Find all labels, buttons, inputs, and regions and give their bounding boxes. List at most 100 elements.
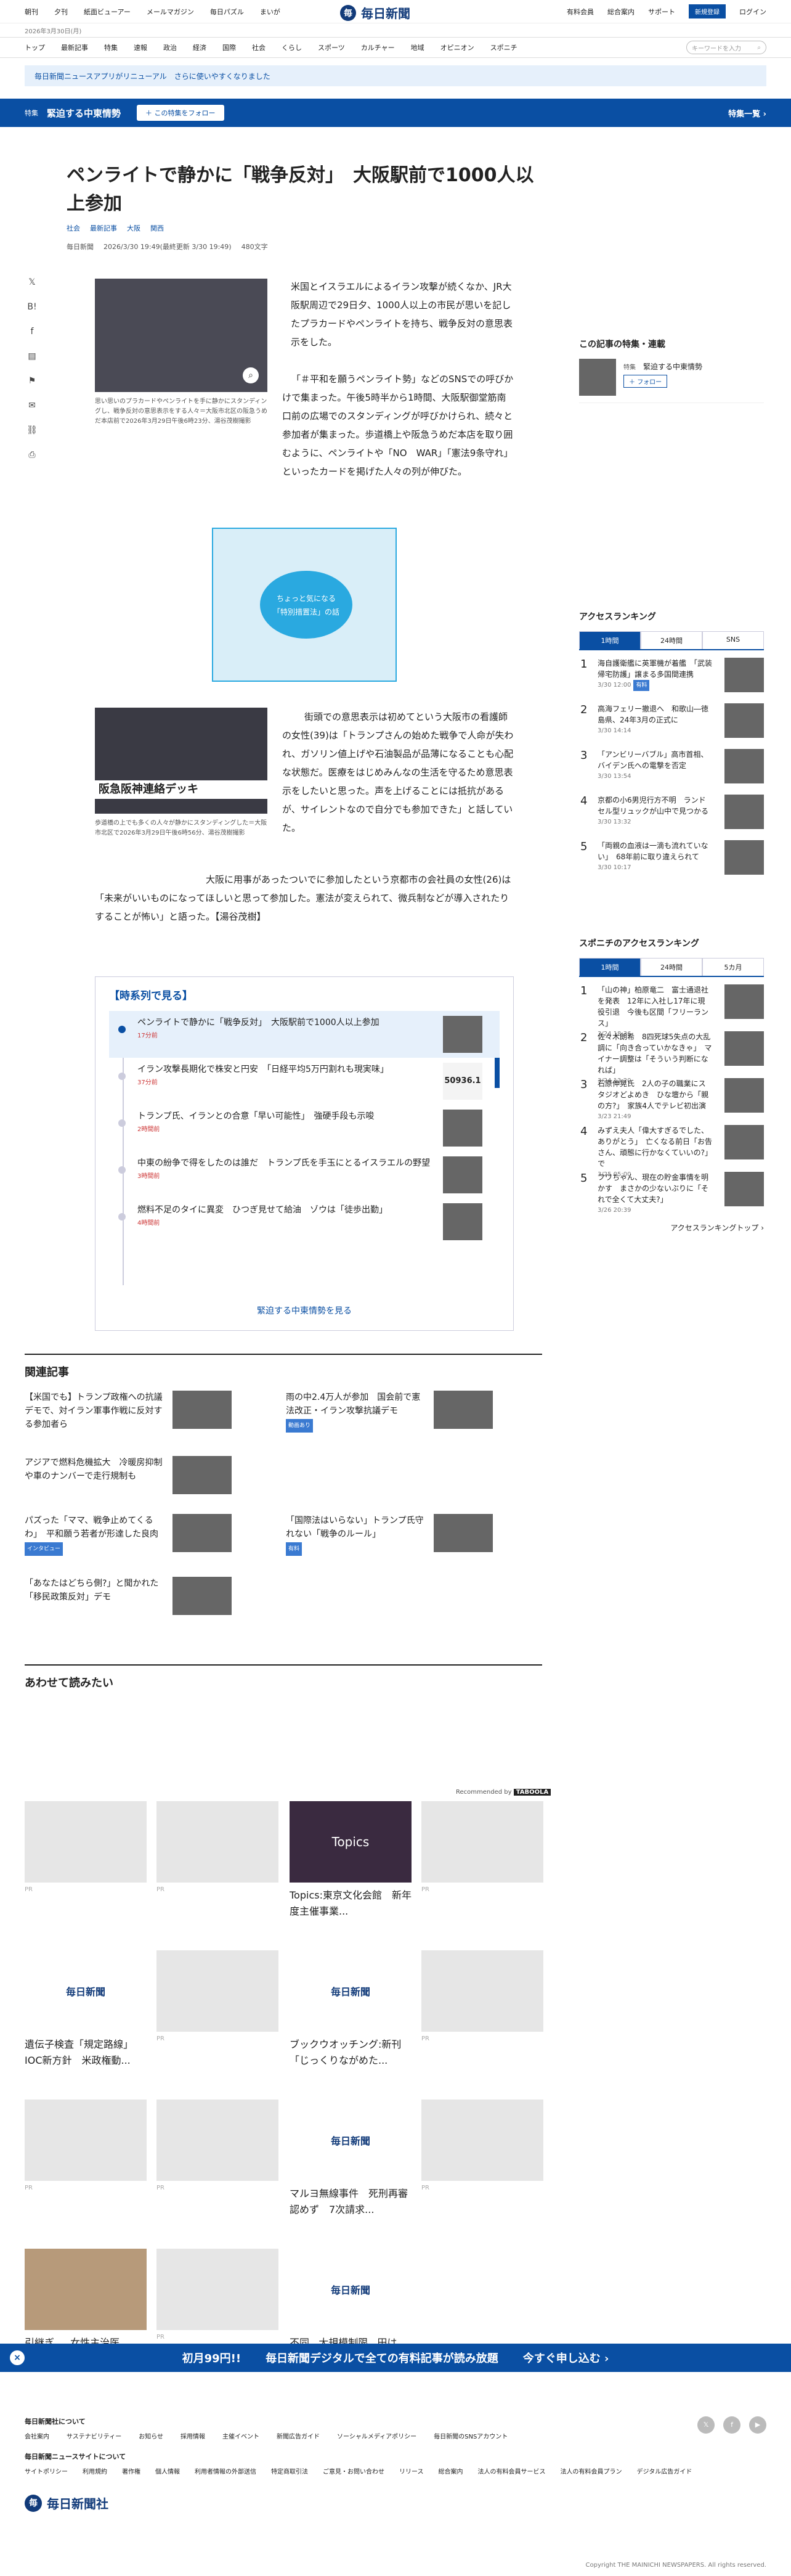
footer-link[interactable]: 毎日新聞のSNSアカウント (434, 2431, 508, 2440)
site-logo[interactable]: 毎 毎日新聞 (340, 4, 410, 22)
feature-follow-button[interactable]: ＋ この特集をフォロー (137, 105, 224, 121)
ranking-tab[interactable]: 1時間 (579, 631, 641, 649)
ranking-tab[interactable]: 1時間 (579, 958, 641, 976)
util-link[interactable]: メールマガジン (147, 7, 194, 17)
related-item[interactable]: 「あなたはどちら側?」と聞かれた「移民政策反対」デモ (25, 1577, 271, 1632)
footer-link[interactable]: 特定商取引法 (271, 2466, 308, 2476)
ranking-item[interactable]: 4 みずえ夫人「偉大すぎるでした、ありがとう」 亡くなる前日「お告さん、頑態に行か… (579, 1118, 764, 1178)
ranking-item[interactable]: 2 高海フェリー撤退へ 和歌山―徳島県、24年3月の正式に 3/30 14:14 (579, 696, 764, 742)
footer-link[interactable]: サイトポリシー (25, 2466, 68, 2476)
related-item[interactable]: 「国際法はいらない」トランプ氏守れない「戦争のルール」 有料 (286, 1514, 532, 1569)
search-icon[interactable]: ⌕ (757, 44, 761, 51)
recommend-card[interactable]: 毎日新聞 遺伝子検査「規定路線」IOC新方針 米政権動... (25, 1950, 147, 2069)
footer-link[interactable]: 法人の有料会員サービス (478, 2466, 546, 2476)
timeline-item[interactable]: 燃料不足のタイに異変 ひつぎ見せて給油 ゾウは「徒歩出勤」 4時間前 (109, 1198, 500, 1245)
feature-title[interactable]: 緊迫する中東情勢 (47, 107, 121, 120)
ranking-item[interactable]: 1 海自護衛艦に英軍機が着艦 「武装帰宅防護」譲まる多国間連携 3/30 12:00… (579, 650, 764, 696)
footer-logo[interactable]: 毎 毎日新聞社 (0, 2480, 791, 2512)
recommend-card[interactable]: PR (421, 1950, 543, 2042)
related-item[interactable]: パズった「ママ、戦争止めてくるわ」 平和願う若者が形達した良肉 インタビュー (25, 1514, 271, 1569)
app-notice-banner[interactable]: 毎日新聞ニュースアプリがリニューアル さらに使いやすくなりました (25, 65, 766, 86)
ranking-item[interactable]: 3 石原伸晃氏 2人の子の職業にスタジオどよめき ひな壇から「親の方?」 家族4人… (579, 1071, 764, 1120)
util-link[interactable]: 総合案内 (607, 7, 635, 17)
subscribe-cta[interactable]: 今すぐ申し込む › (523, 2350, 609, 2366)
article-tag[interactable]: 社会 (67, 224, 80, 232)
subscribe-promo-bar[interactable]: × 初月99円!! 毎日新聞デジタルで全ての有料記事が読み放題 今すぐ申し込む … (0, 2344, 791, 2372)
footer-link[interactable]: お知らせ (139, 2431, 163, 2440)
timeline-more-link[interactable]: 緊迫する中東情勢を見る (95, 1304, 513, 1317)
timeline-item[interactable]: イラン攻撃長期化で株安と円安 「日経平均5万円割れも現実味」 37分前 50936.… (109, 1058, 500, 1105)
recommend-card[interactable]: 毎日新聞 ブックウオッチング:新刊 「じっくりながめた... (290, 1950, 412, 2069)
recommend-card[interactable]: PR (156, 2100, 278, 2191)
bookmark-icon[interactable]: ⚑ (26, 376, 38, 388)
print-icon[interactable]: ⎙ (26, 450, 38, 462)
footer-link[interactable]: 利用規約 (83, 2466, 107, 2476)
ranking-top-link[interactable]: アクセスランキングトップ › (579, 1222, 764, 1233)
nav-item[interactable]: 特集 (104, 43, 118, 52)
footer-link[interactable]: 総合案内 (439, 2466, 463, 2476)
x-icon[interactable]: 𝕏 (697, 2416, 715, 2434)
feature-list-link[interactable]: 特集一覧 › (728, 107, 766, 119)
nav-item[interactable]: 政治 (163, 43, 177, 52)
nav-item[interactable]: 社会 (252, 43, 266, 52)
article-photo-1[interactable]: ⌕ (95, 279, 267, 392)
register-button[interactable]: 新規登録 (689, 4, 726, 18)
note-share-icon[interactable]: ▤ (26, 351, 38, 364)
timeline-item[interactable]: 中東の紛争で得をしたのは誰だ トランプ氏を手玉にとるイスラエルの野望 3時間前 (109, 1151, 500, 1198)
ranking-item[interactable]: 5 「両親の血液は一滴も流れていない」 68年前に取り違えられて 3/30 10:1… (579, 833, 764, 878)
ranking-item[interactable]: 4 京都の小6男児行方不明 ランドセル型リュックが山中で見つかる 3/30 13:3… (579, 787, 764, 833)
recommend-card[interactable]: Topics Topics:東京文化会館 新年度主催事業... (290, 1801, 412, 1920)
timeline-item[interactable]: ペンライトで静かに「戦争反対」 大阪駅前で1000人以上参加 17分前 (109, 1011, 500, 1058)
mail-icon[interactable]: ✉ (26, 401, 38, 413)
close-icon[interactable]: × (10, 2350, 25, 2365)
nav-item[interactable]: 経済 (193, 43, 206, 52)
util-link[interactable]: まいが (260, 7, 280, 17)
nav-item[interactable]: トップ (25, 43, 45, 52)
nav-item[interactable]: 地域 (411, 43, 424, 52)
recommend-card[interactable]: PR (156, 1950, 278, 2042)
ranking-tab[interactable]: SNS (702, 631, 764, 649)
nav-item[interactable]: 最新記事 (61, 43, 88, 52)
taboola-credit[interactable]: Recommended by TABOOLA (456, 1789, 551, 1796)
footer-link[interactable]: 採用情報 (181, 2431, 205, 2440)
footer-link[interactable]: ソーシャルメディアポリシー (337, 2431, 416, 2440)
nav-item[interactable]: スポニチ (490, 43, 517, 52)
timeline-item[interactable]: トランプ氏、イランとの合意「早い可能性」 強硬手段も示唆 2時間前 (109, 1105, 500, 1151)
footer-link[interactable]: ご意見・お問い合わせ (323, 2466, 384, 2476)
ranking-item[interactable]: 1 「山の神」柏原竜二 富士通退社を発表 12年に入社し17年に現役引退 今後も区… (579, 977, 764, 1037)
nav-item[interactable]: カルチャー (361, 43, 395, 52)
util-link[interactable]: 有料会員 (567, 7, 594, 17)
footer-link[interactable]: 著作権 (122, 2466, 140, 2476)
util-link[interactable]: 毎日パズル (210, 7, 244, 17)
footer-link[interactable]: 主催イベント (222, 2431, 259, 2440)
article-tag[interactable]: 関西 (150, 224, 164, 232)
footer-link[interactable]: デジタル広告ガイド (637, 2466, 692, 2476)
ranking-tab[interactable]: 24時間 (641, 958, 702, 976)
recommend-card[interactable]: PR (156, 1801, 278, 1893)
footer-link[interactable]: リリース (399, 2466, 424, 2476)
footer-link[interactable]: 法人の有料会員プラン (561, 2466, 622, 2476)
facebook-icon[interactable]: f (723, 2416, 740, 2434)
footer-link[interactable]: サステナビリティー (67, 2431, 121, 2440)
nav-item[interactable]: くらし (282, 43, 302, 52)
recommend-card[interactable]: PR (156, 2249, 278, 2341)
related-item[interactable]: 【米国でも】トランプ政権への抗議デモで、対イラン軍事作戦に反対する参加者ら (25, 1391, 271, 1446)
footer-link[interactable]: 会社案内 (25, 2431, 49, 2440)
nav-item[interactable]: 速報 (134, 43, 147, 52)
footer-link[interactable]: 新聞広告ガイド (277, 2431, 320, 2440)
util-link[interactable]: 朝刊 (25, 7, 38, 17)
recommend-card[interactable]: 毎日新聞 マルヨ無線事件 死刑再審認めず 7次請求... (290, 2100, 412, 2218)
recommend-card[interactable]: PR (421, 2100, 543, 2191)
nav-item[interactable]: オピニオン (440, 43, 474, 52)
link-copy-icon[interactable]: ⛓ (26, 425, 38, 438)
util-link[interactable]: 紙面ビューアー (84, 7, 131, 17)
util-link[interactable]: サポート (648, 7, 675, 17)
ranking-item[interactable]: 5 フワちゃん、現在の貯金事情を明かす まさかの少ないぶりに「それで全くて大丈夫?… (579, 1164, 764, 1214)
hatena-share-icon[interactable]: B! (26, 302, 38, 314)
special-measures-promo[interactable]: ちょっと気になる 「特別措置法」の話 (212, 528, 397, 682)
ranking-tab[interactable]: 5カ月 (702, 958, 764, 976)
ranking-item[interactable]: 2 佐々木朗希 8四死球5失点の大乱調に「向き合っていかなきゃ」 マイナー調整は「… (579, 1024, 764, 1084)
nav-item[interactable]: 国際 (222, 43, 236, 52)
article-photo-2[interactable]: 阪急阪神連絡デッキ (95, 708, 267, 814)
recommend-card[interactable]: PR (25, 1801, 147, 1893)
